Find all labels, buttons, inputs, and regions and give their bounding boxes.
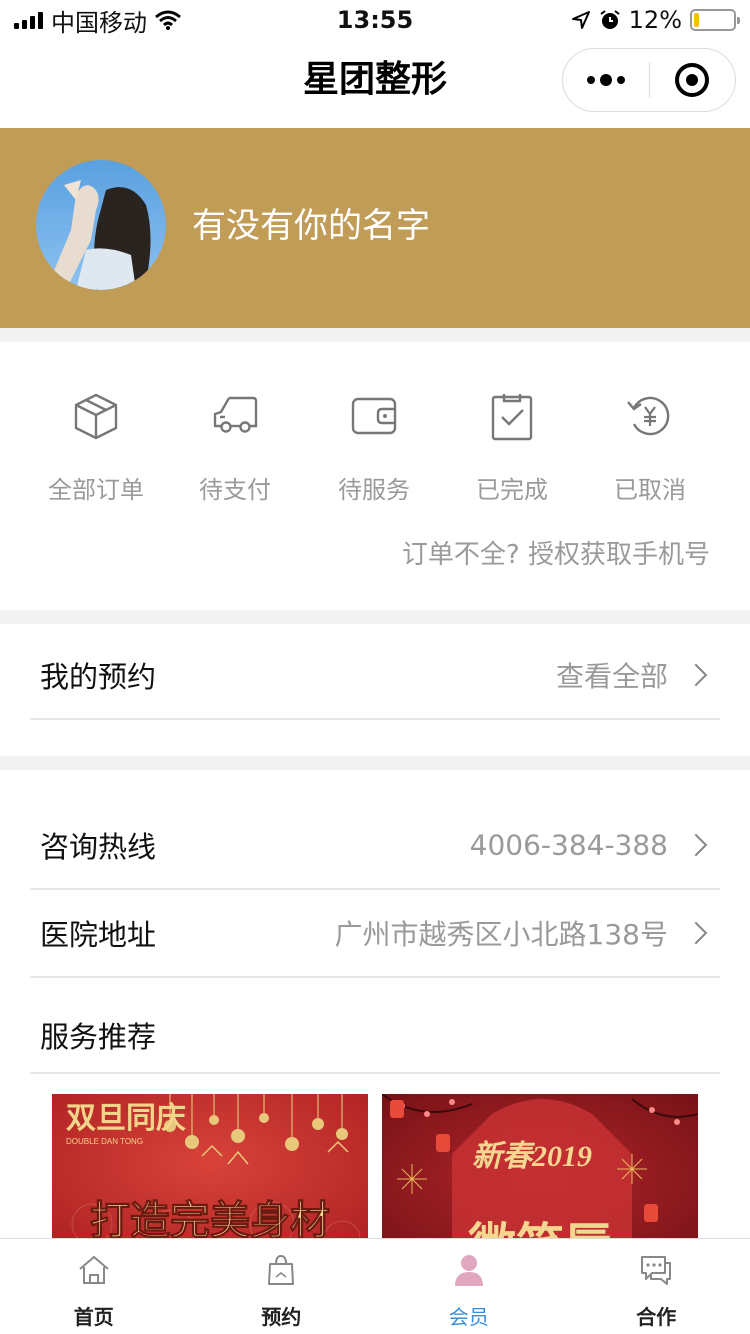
mini-program-capsule <box>562 48 736 112</box>
order-label: 待服务 <box>338 476 410 504</box>
close-mini-program-button[interactable] <box>650 49 736 111</box>
recommend-header: 服务推荐 <box>30 998 720 1074</box>
orders-card: 全部订单 待支付 待服务 已完成 已取消 订单不全? 授权获取手机号 <box>0 342 750 610</box>
tab-cooperation[interactable]: 合作 <box>563 1239 750 1334</box>
promo-badge: 新春2019 <box>472 1140 592 1173</box>
chat-icon <box>641 1256 672 1285</box>
refund-yen-icon <box>627 396 670 436</box>
tab-appointment[interactable]: 预约 <box>188 1239 376 1334</box>
carrier-label: 中国移动 <box>51 8 147 37</box>
nav-bar: 星团整形 <box>0 40 750 128</box>
order-label: 已完成 <box>476 476 548 504</box>
target-close-icon <box>675 63 710 97</box>
address-value: 广州市越秀区小北路138号 <box>334 918 668 951</box>
hotline-row[interactable]: 咨询热线 4006-384-388 <box>30 802 720 890</box>
wallet-icon <box>351 397 397 435</box>
more-dot-icon <box>586 76 595 84</box>
battery-fill <box>694 13 699 27</box>
battery-icon <box>690 9 740 31</box>
address-row[interactable]: 医院地址 广州市越秀区小北路138号 <box>30 890 720 978</box>
chevron-right-icon <box>684 833 708 857</box>
delivery-truck-icon <box>213 396 258 433</box>
order-label: 已取消 <box>614 476 686 504</box>
chevron-right-icon <box>684 921 708 945</box>
promo-badge: 双旦同庆 <box>66 1102 186 1135</box>
promo-badge-sub: DOUBLE DAN TONG <box>66 1137 143 1146</box>
location-arrow-icon <box>571 11 590 29</box>
user-icon <box>454 1255 483 1286</box>
row-title: 我的预约 <box>40 660 157 694</box>
more-button[interactable] <box>563 49 649 111</box>
tab-label: 会员 <box>448 1305 489 1329</box>
section-title: 服务推荐 <box>40 1020 157 1054</box>
authorize-phone-link[interactable]: 订单不全? 授权获取手机号 <box>402 534 710 571</box>
tab-home[interactable]: 首页 <box>0 1239 188 1334</box>
chevron-right-icon <box>684 663 708 687</box>
row-title: 咨询热线 <box>40 830 157 864</box>
user-name: 有没有你的名字 <box>192 206 430 246</box>
profile-banner: 有没有你的名字 <box>0 128 750 328</box>
row-title: 医院地址 <box>40 918 157 952</box>
tab-label: 预约 <box>261 1305 302 1329</box>
status-right: 12% <box>571 6 740 34</box>
status-bar: 中国移动 13:55 12% <box>0 0 750 40</box>
hotline-number: 4006-384-388 <box>469 828 668 862</box>
view-all-link[interactable]: 查看全部 <box>556 655 668 695</box>
package-box-icon <box>74 393 118 440</box>
order-cancelled[interactable]: 已取消 <box>590 390 710 505</box>
tab-label: 首页 <box>73 1305 114 1329</box>
shopping-bag-icon <box>268 1254 295 1285</box>
order-all[interactable]: 全部订单 <box>36 390 156 505</box>
more-dot-icon <box>599 74 612 86</box>
more-dot-icon <box>616 76 625 84</box>
info-card: 咨询热线 4006-384-388 医院地址 广州市越秀区小北路138号 服务推… <box>0 770 750 1264</box>
order-pending-service[interactable]: 待服务 <box>314 390 434 505</box>
tab-member[interactable]: 会员 <box>375 1239 563 1334</box>
alarm-clock-icon <box>600 10 620 29</box>
order-completed[interactable]: 已完成 <box>452 390 572 505</box>
order-pending-payment[interactable]: 待支付 <box>175 390 295 505</box>
tab-bar: 首页 预约 会员 合作 <box>0 1238 750 1334</box>
my-appointments-row[interactable]: 我的预约 查看全部 <box>30 632 720 720</box>
tab-label: 合作 <box>636 1305 677 1329</box>
home-icon <box>79 1255 109 1284</box>
battery-percent: 12% <box>628 6 682 34</box>
avatar[interactable] <box>36 160 166 290</box>
signal-icon <box>14 11 43 29</box>
appointment-card: 我的预约 查看全部 <box>0 624 750 756</box>
wifi-icon <box>155 10 181 30</box>
order-label: 待支付 <box>199 476 271 504</box>
clipboard-check-icon <box>491 394 533 441</box>
status-left: 中国移动 <box>14 3 181 38</box>
order-label: 全部订单 <box>48 476 144 504</box>
